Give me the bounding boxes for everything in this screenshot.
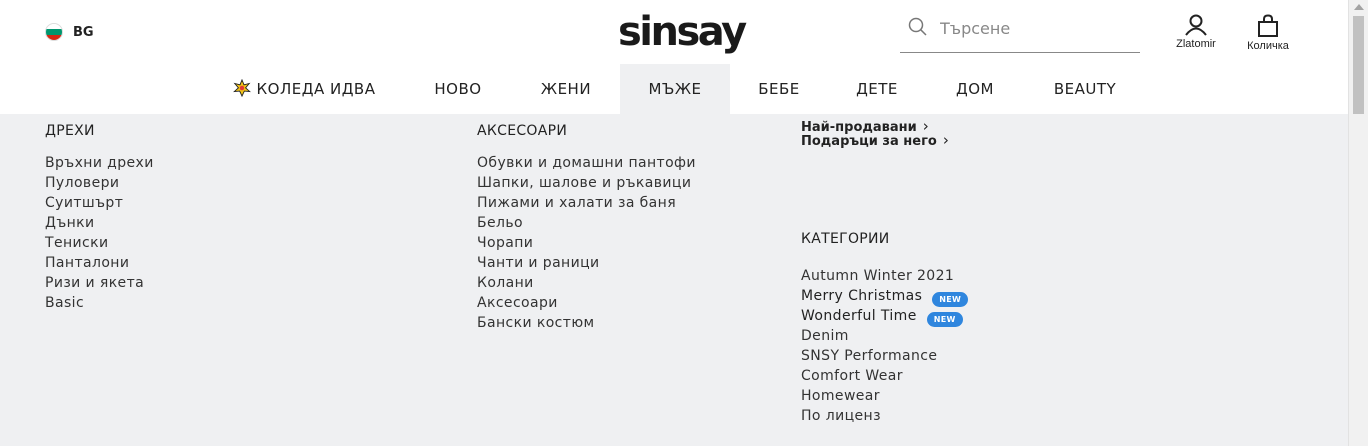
accessories-link[interactable]: Чорапи [477, 235, 533, 251]
promo-gifts-label: Подаръци за него [801, 134, 937, 149]
accessories-link[interactable]: Чанти и раници [477, 255, 600, 271]
categories-title: КАТЕГОРИИ [801, 231, 890, 247]
language-code: BG [73, 24, 94, 40]
sinsay-logo[interactable]: sinsay [618, 8, 747, 56]
clothes-link[interactable]: Ризи и якета [45, 275, 144, 291]
clothes-link[interactable]: Пуловери [45, 175, 119, 191]
christmas-star-icon [232, 79, 251, 97]
clothes-link[interactable]: Суитшърт [45, 195, 123, 211]
accessories-link[interactable]: Колани [477, 275, 534, 291]
category-label: Comfort Wear [801, 368, 903, 384]
search-bar[interactable] [900, 10, 1140, 53]
category-link[interactable]: По лиценз [801, 408, 881, 424]
new-badge: NEW [926, 311, 963, 327]
accessories-link[interactable]: Обувки и домашни пантофи [477, 155, 696, 171]
user-icon [1185, 14, 1207, 36]
accessories-link[interactable]: Бански костюм [477, 315, 594, 331]
scroll-up-arrow-icon[interactable] [1354, 4, 1364, 10]
account-button[interactable]: Zlatomir [1166, 14, 1226, 50]
new-badge: NEW [932, 291, 969, 307]
category-link[interactable]: Autumn Winter 2021 [801, 268, 954, 284]
page-scrollbar[interactable] [1348, 0, 1368, 446]
cart-label: Количка [1247, 40, 1289, 52]
category-label: Autumn Winter 2021 [801, 268, 955, 284]
search-input[interactable] [940, 16, 1135, 40]
nav-item-women[interactable]: ЖЕНИ [528, 64, 604, 114]
category-link[interactable]: Merry Christmas NEW [801, 288, 969, 307]
clothes-link[interactable]: Панталони [45, 255, 129, 271]
category-label: SNSY Performance [801, 348, 938, 364]
men-mega-menu: ДРЕХИ Връхни дрехи Пуловери Суитшърт Дън… [0, 114, 1348, 446]
clothes-link[interactable]: Тениски [45, 235, 108, 251]
cart-button[interactable]: Количка [1238, 14, 1298, 52]
nav-item-new[interactable]: НОВО [420, 64, 496, 114]
category-link[interactable]: Comfort Wear [801, 368, 903, 384]
accessories-title: АКСЕСОАРИ [477, 123, 568, 139]
category-label: По лиценз [801, 408, 881, 424]
bulgaria-flag-icon [45, 23, 63, 41]
nav-item-christmas[interactable]: КОЛЕДА ИДВА [226, 64, 382, 114]
nav-label-christmas: КОЛЕДА ИДВА [256, 80, 376, 98]
language-selector[interactable]: BG [45, 23, 94, 41]
shopping-bag-icon [1258, 14, 1278, 37]
nav-item-baby[interactable]: БЕБЕ [748, 64, 810, 114]
search-icon [908, 17, 927, 36]
category-label: Wonderful Time [801, 308, 917, 324]
category-link[interactable]: Homewear [801, 388, 880, 404]
site-header: BG sinsay Zlatomir Количка КОЛЕДА ИДВА [0, 0, 1348, 114]
clothes-link[interactable]: Basic [45, 295, 84, 311]
category-link[interactable]: Denim [801, 328, 849, 344]
nav-item-men[interactable]: МЪЖЕ [620, 64, 730, 114]
clothes-title: ДРЕХИ [45, 123, 95, 139]
category-label: Denim [801, 328, 849, 344]
scrollbar-thumb[interactable] [1353, 16, 1364, 114]
clothes-link[interactable]: Дънки [45, 215, 95, 231]
category-link[interactable]: Wonderful Time NEW [801, 308, 963, 327]
main-navigation: КОЛЕДА ИДВА НОВО ЖЕНИ МЪЖЕ БЕБЕ ДЕТЕ ДОМ… [0, 64, 1348, 114]
promo-gifts-link[interactable]: Подаръци за него › [801, 131, 949, 149]
chevron-right-icon: › [942, 131, 949, 149]
category-label: Merry Christmas [801, 288, 923, 304]
nav-item-kids[interactable]: ДЕТЕ [846, 64, 908, 114]
nav-item-beauty[interactable]: BEAUTY [1046, 64, 1124, 114]
account-label: Zlatomir [1176, 38, 1216, 50]
accessories-link[interactable]: Шапки, шалове и ръкавици [477, 175, 691, 191]
accessories-link[interactable]: Аксесоари [477, 295, 558, 311]
nav-item-home[interactable]: ДОМ [946, 64, 1004, 114]
category-link[interactable]: SNSY Performance [801, 348, 937, 364]
accessories-link[interactable]: Пижами и халати за баня [477, 195, 676, 211]
accessories-link[interactable]: Бельо [477, 215, 523, 231]
category-label: Homewear [801, 388, 880, 404]
clothes-link[interactable]: Връхни дрехи [45, 155, 154, 171]
